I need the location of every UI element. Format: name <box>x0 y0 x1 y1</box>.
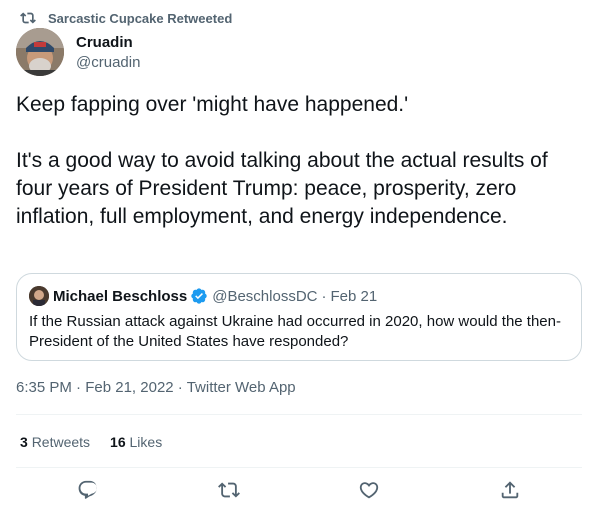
avatar[interactable] <box>16 28 64 76</box>
retweets-count: 3 <box>20 434 28 450</box>
divider <box>16 467 582 468</box>
quoted-author-name: Michael Beschloss <box>53 287 188 305</box>
reply-icon <box>78 480 97 499</box>
retweet-context[interactable]: Sarcastic Cupcake Retweeted <box>20 9 232 27</box>
retweet-icon <box>20 12 36 24</box>
retweet-button[interactable] <box>218 479 240 501</box>
tweet-date[interactable]: Feb 21, 2022 <box>85 379 173 396</box>
tweet-actions <box>0 479 598 505</box>
tweet-stats: 3 Retweets 16 Likes <box>20 433 182 451</box>
tweet-meta: 6:35 PM · Feb 21, 2022 · Twitter Web App <box>16 378 296 398</box>
tweet-text: Keep fapping over 'might have happened.'… <box>16 91 586 231</box>
quoted-avatar <box>29 286 49 306</box>
like-button[interactable] <box>358 479 380 501</box>
retweets-label: Retweets <box>31 434 91 450</box>
likes-label: Likes <box>129 434 163 450</box>
likes-count: 16 <box>110 434 126 450</box>
separator: · <box>76 379 82 396</box>
divider <box>16 414 582 415</box>
author-info[interactable]: Cruadin @cruadin <box>76 33 140 73</box>
retweets-stat[interactable]: 3 Retweets <box>20 433 90 451</box>
share-button[interactable] <box>499 479 521 501</box>
quoted-author-handle: @BeschlossDC <box>212 287 318 305</box>
quoted-tweet[interactable]: Michael Beschloss @BeschlossDC · Feb 21 … <box>16 273 582 361</box>
verified-badge-icon <box>191 288 207 304</box>
tweet-time[interactable]: 6:35 PM <box>16 379 72 396</box>
retweet-context-text: Sarcastic Cupcake Retweeted <box>48 10 233 26</box>
like-icon <box>359 482 379 499</box>
quoted-tweet-header: Michael Beschloss @BeschlossDC · Feb 21 <box>29 286 569 306</box>
quoted-tweet-date[interactable]: Feb 21 <box>331 288 378 305</box>
likes-stat[interactable]: 16 Likes <box>110 433 162 451</box>
tweet-source[interactable]: Twitter Web App <box>187 379 296 396</box>
separator: · <box>321 287 327 305</box>
quoted-tweet-text: If the Russian attack against Ukraine ha… <box>29 313 561 350</box>
author-handle[interactable]: @cruadin <box>76 53 140 73</box>
reply-button[interactable] <box>77 479 99 501</box>
tweet-paragraph: It's a good way to avoid talking about t… <box>16 149 548 228</box>
separator: · <box>177 379 183 396</box>
tweet-paragraph: Keep fapping over 'might have happened.' <box>16 93 409 116</box>
retweet-icon <box>218 482 240 498</box>
share-icon <box>501 481 519 499</box>
author-name[interactable]: Cruadin <box>76 33 140 53</box>
